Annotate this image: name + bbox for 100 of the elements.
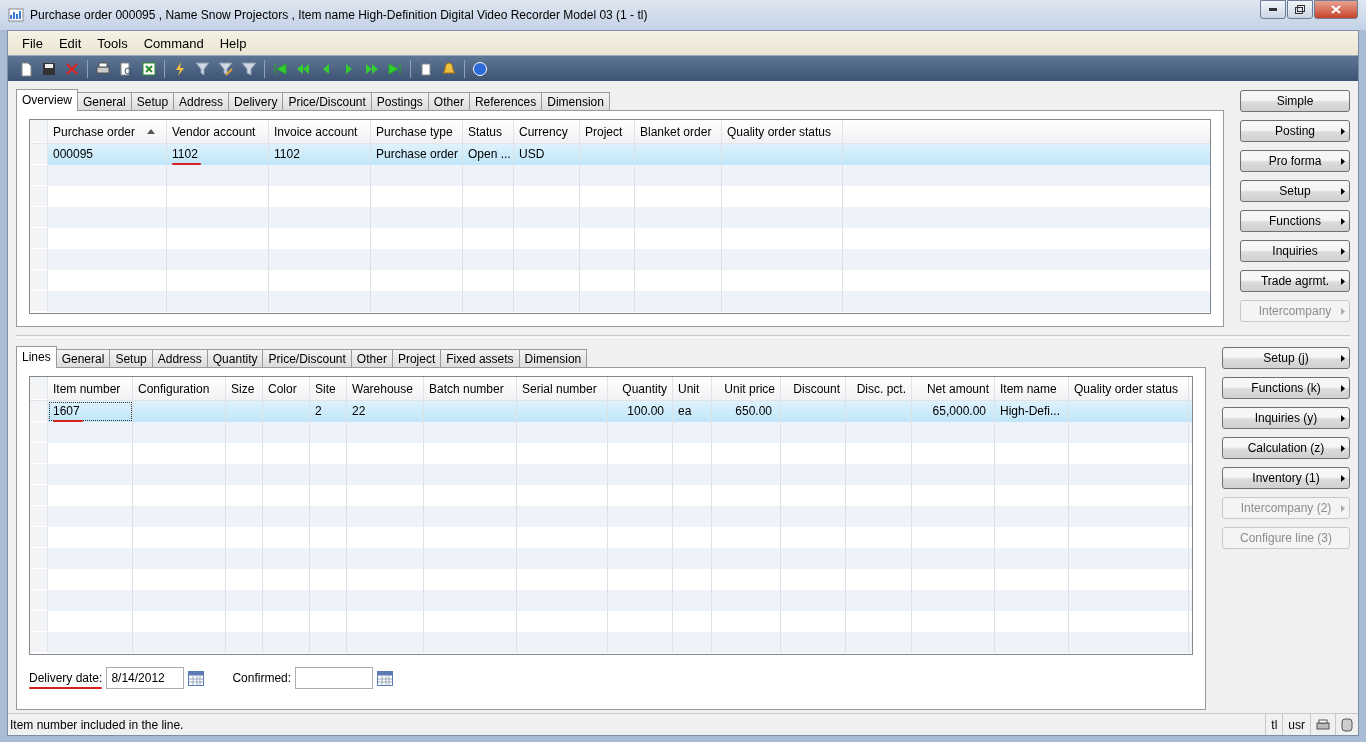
column-header[interactable]: Unit [673, 377, 712, 400]
column-header[interactable]: Size [226, 377, 263, 400]
company-indicator: tl [1265, 714, 1283, 735]
calendar-icon[interactable] [188, 670, 205, 686]
tab[interactable]: Other [427, 92, 470, 111]
bell-icon[interactable] [441, 60, 457, 77]
print-icon[interactable] [95, 60, 111, 77]
first-record-icon[interactable] [272, 60, 288, 77]
tab[interactable]: General [55, 349, 111, 368]
action-button[interactable]: Inventory (1) [1222, 467, 1350, 489]
column-header[interactable]: Discount [781, 377, 846, 400]
column-header[interactable]: Project [580, 120, 635, 143]
filter-select-icon[interactable] [195, 60, 211, 77]
action-button[interactable]: Setup (j) [1222, 347, 1350, 369]
column-header[interactable]: Quantity [608, 377, 673, 400]
new-document-icon[interactable] [18, 60, 34, 77]
table-cell: 1102 [172, 144, 201, 165]
filter-icon[interactable] [241, 60, 257, 77]
restore-button[interactable] [1287, 0, 1313, 19]
tab[interactable]: Dimension [541, 92, 610, 111]
tab[interactable]: General [77, 92, 132, 111]
caret-icon [1341, 248, 1345, 255]
column-header[interactable]: Status [463, 120, 514, 143]
column-header[interactable]: Color [263, 377, 310, 400]
action-button[interactable]: Functions (k) [1222, 377, 1350, 399]
table-cell-text: 000095 [53, 145, 95, 163]
column-header[interactable]: Net amount [912, 377, 995, 400]
minimize-icon [1269, 8, 1277, 11]
last-record-icon[interactable] [387, 60, 403, 77]
tab[interactable]: Other [350, 349, 393, 368]
window-title: Purchase order 000095 , Name Snow Projectors , Item name High-Definition Digital Video Recorder Model 03 (1 - tl) [30, 8, 649, 22]
column-header[interactable]: Item number [48, 377, 133, 400]
date-field[interactable] [295, 667, 374, 689]
menu-item[interactable]: Command [135, 35, 212, 51]
column-header[interactable]: Purchase type [371, 120, 463, 143]
column-header[interactable]: Site [310, 377, 347, 400]
action-button[interactable]: Posting [1240, 120, 1350, 142]
menu-item[interactable]: Help [211, 35, 255, 51]
app-icon [8, 7, 24, 23]
menu-item[interactable]: Edit [50, 35, 90, 51]
action-button[interactable]: Inquiries (y) [1222, 407, 1350, 429]
tab[interactable]: Address [173, 92, 230, 111]
menu-item[interactable]: File [14, 35, 51, 51]
tab[interactable]: Delivery [228, 92, 284, 111]
table-cell-text: 650.00 [735, 402, 773, 420]
column-header[interactable]: Invoice account [269, 120, 371, 143]
status-message: Item number included in the line. [9, 717, 185, 732]
tab[interactable]: Price/Discount [262, 349, 352, 368]
document-icon[interactable] [418, 60, 434, 77]
action-button[interactable]: Trade agrmt. [1240, 270, 1350, 292]
column-header[interactable]: Disc. pct. [846, 377, 912, 400]
table-row[interactable]: 000095 1102 1102 Purchase order Open ... USD [30, 144, 1210, 165]
action-button[interactable]: Pro forma [1240, 150, 1350, 172]
calendar-icon[interactable] [377, 670, 394, 686]
tab[interactable]: Setup [130, 92, 175, 111]
tab[interactable]: Address [151, 349, 208, 368]
table-cell-text: 1102 [274, 145, 301, 163]
tab[interactable]: Dimension [518, 349, 588, 368]
column-header[interactable]: Quality order status [722, 120, 843, 143]
action-button[interactable]: Calculation (z) [1222, 437, 1350, 459]
database-icon[interactable] [1341, 717, 1353, 732]
minimize-button[interactable] [1260, 0, 1286, 19]
caret-icon [1341, 355, 1345, 362]
tab[interactable]: References [468, 92, 543, 111]
menu-item[interactable]: Tools [89, 35, 136, 51]
column-header[interactable]: Batch number [424, 377, 517, 400]
field-label: Confirmed: [232, 671, 292, 687]
tab[interactable]: Project [391, 349, 442, 368]
print-preview-icon[interactable] [118, 60, 134, 77]
column-header[interactable]: Currency [514, 120, 580, 143]
column-header[interactable]: Unit price [712, 377, 781, 400]
date-field[interactable]: 8/14/2012 [106, 667, 185, 689]
tab[interactable]: Setup [109, 349, 153, 368]
column-header[interactable]: Purchase order [48, 120, 167, 143]
tab[interactable]: Lines [16, 346, 57, 368]
spreadsheet-icon[interactable] [141, 60, 157, 77]
caret-icon [1341, 158, 1345, 165]
action-button[interactable]: Functions [1240, 210, 1350, 232]
printer-icon[interactable] [1316, 718, 1330, 731]
column-header[interactable]: Item name [995, 377, 1069, 400]
column-header[interactable]: Serial number [517, 377, 608, 400]
tab[interactable]: Postings [370, 92, 429, 111]
save-icon[interactable] [41, 60, 57, 77]
action-button[interactable]: Simple [1240, 90, 1350, 112]
table-row[interactable]: 1607 2 22 100.00 ea 650.00 65,000.00 High-Defi... [30, 401, 1192, 422]
column-header[interactable]: Vendor account [167, 120, 269, 143]
close-button[interactable] [1314, 0, 1358, 19]
tab[interactable]: Quantity [206, 349, 264, 368]
field-label: Delivery date: [29, 671, 103, 689]
filter-edit-icon[interactable] [218, 60, 234, 77]
tab[interactable]: Price/Discount [282, 92, 372, 111]
column-header[interactable]: Configuration [133, 377, 226, 400]
column-header[interactable]: Quality order status [1069, 377, 1189, 400]
tab[interactable]: Fixed assets [440, 349, 520, 368]
action-button[interactable]: Setup [1240, 180, 1350, 202]
column-header[interactable]: Warehouse [347, 377, 424, 400]
table-cell-text: ea [678, 402, 693, 420]
action-button[interactable]: Inquiries [1240, 240, 1350, 262]
column-header[interactable]: Blanket order [635, 120, 722, 143]
tab[interactable]: Overview [16, 89, 78, 111]
